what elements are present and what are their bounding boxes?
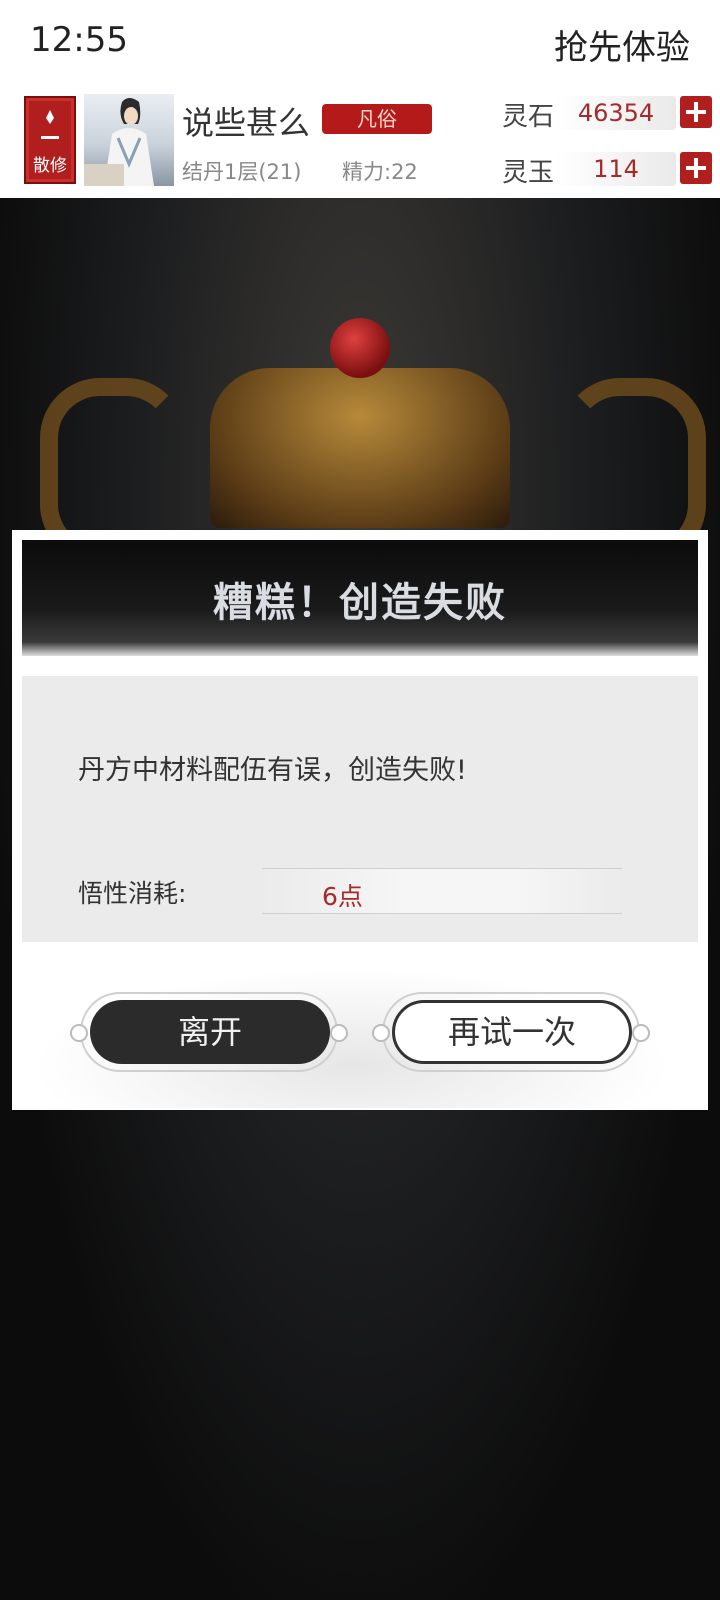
- cultivation-realm: 结丹1层(21): [182, 160, 302, 184]
- status-time: 12:55: [30, 20, 128, 60]
- dialog-message: 丹方中材料配伍有误，创造失败!: [78, 755, 467, 786]
- failure-dialog: 糟糕！创造失败 丹方中材料配伍有误，创造失败! 悟性消耗: 6点 离开 再试一次: [12, 530, 708, 1110]
- retry-button[interactable]: 再试一次: [392, 1000, 632, 1064]
- add-spirit-stone-button[interactable]: [680, 96, 712, 128]
- frame-dot: [330, 1024, 348, 1042]
- leave-button-frame: 离开: [70, 992, 348, 1072]
- retry-button-frame: 再试一次: [372, 992, 650, 1072]
- spirit-stone-value: 46354: [556, 96, 676, 130]
- character-portrait-icon: [84, 98, 154, 186]
- dialog-title: 糟糕！创造失败: [213, 579, 507, 626]
- player-header: 散修 说些甚么 凡俗 结丹1层(21) 精力:22 灵石 46354 灵玉 11…: [0, 84, 720, 199]
- status-bar: 12:55 抢先体验: [0, 0, 720, 84]
- dialog-content: 丹方中材料配伍有误，创造失败! 悟性消耗: 6点: [22, 676, 698, 942]
- cauldron: [210, 368, 510, 528]
- player-name: 说些甚么: [182, 104, 311, 142]
- leave-button[interactable]: 离开: [90, 1000, 330, 1064]
- sect-label: 散修: [33, 156, 67, 176]
- spirit-jade-label: 灵玉: [502, 158, 555, 188]
- avatar[interactable]: [84, 94, 174, 186]
- frame-dot: [372, 1024, 390, 1042]
- insight-cost-bar: 6点: [262, 868, 622, 914]
- insight-cost-value: 6点: [322, 882, 363, 911]
- frame-dot: [70, 1024, 88, 1042]
- sect-badge[interactable]: 散修: [24, 96, 76, 184]
- cauldron-gem: [330, 318, 390, 378]
- dialog-title-bar: 糟糕！创造失败: [22, 540, 698, 656]
- spirit-stone-label: 灵石: [502, 102, 555, 132]
- early-access-label[interactable]: 抢先体验: [554, 20, 690, 69]
- frame-dot: [632, 1024, 650, 1042]
- insight-cost-label: 悟性消耗:: [78, 879, 187, 908]
- spirit-jade-value: 114: [556, 152, 676, 186]
- rank-badge: 凡俗: [322, 104, 432, 134]
- add-spirit-jade-button[interactable]: [680, 152, 712, 184]
- energy-value: 精力:22: [342, 160, 418, 184]
- lotus-icon: [40, 110, 60, 139]
